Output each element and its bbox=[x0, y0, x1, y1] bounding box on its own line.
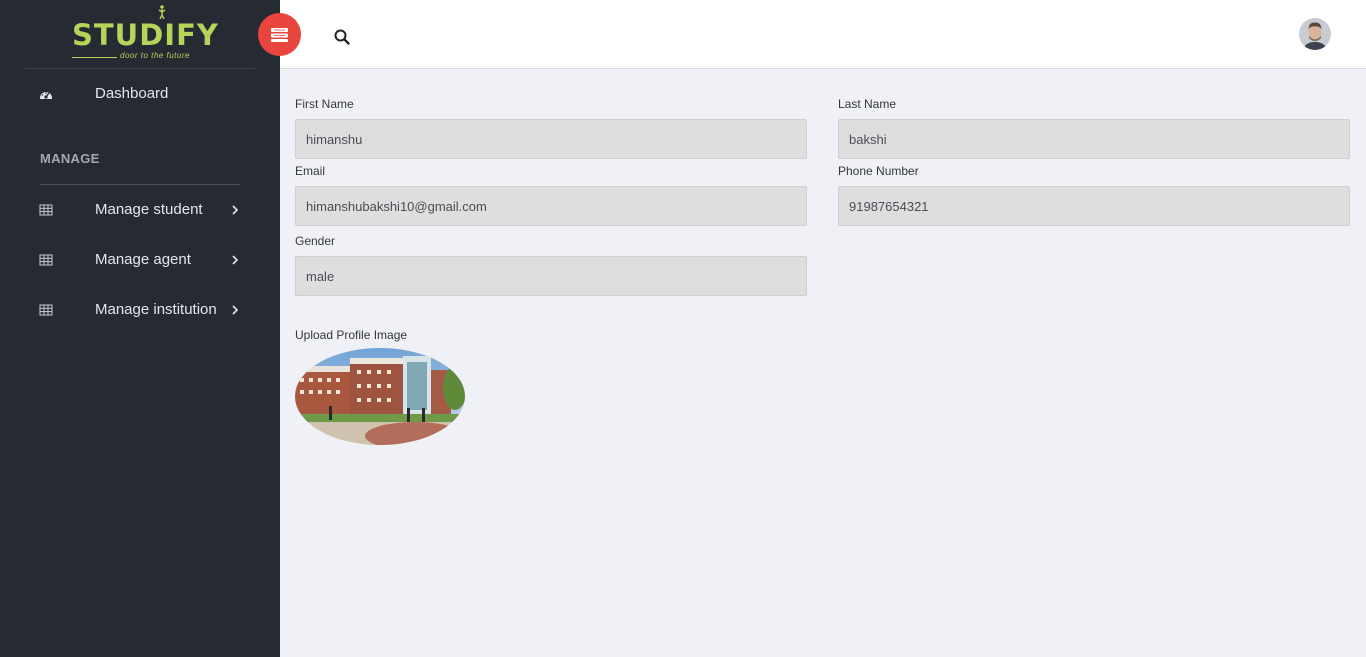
profile-image-upload[interactable] bbox=[295, 348, 465, 445]
chevron-right-icon bbox=[232, 205, 239, 215]
chevron-right-icon bbox=[232, 305, 239, 315]
phone-label: Phone Number bbox=[838, 164, 919, 178]
logo-figure-icon bbox=[158, 5, 166, 19]
brand-tagline: door to the future bbox=[120, 51, 190, 60]
email-label: Email bbox=[295, 164, 326, 178]
brand-name: STUDIFY bbox=[72, 18, 219, 52]
upload-profile-image-label: Upload Profile Image bbox=[295, 328, 408, 342]
sidebar-item-dashboard[interactable]: Dashboard bbox=[25, 74, 255, 114]
sidebar-item-label: Dashboard bbox=[95, 85, 169, 102]
sidebar-item-label: Manage institution bbox=[95, 301, 217, 318]
sidebar: STUDIFY door to the future Dashboard MAN… bbox=[0, 0, 280, 657]
table-icon bbox=[39, 204, 53, 216]
top-header bbox=[280, 0, 1366, 69]
sidebar-toggle-button[interactable] bbox=[258, 13, 301, 56]
search-icon bbox=[334, 29, 350, 45]
last-name-field[interactable] bbox=[838, 119, 1350, 159]
section-title-manage: MANAGE bbox=[40, 151, 100, 166]
sidebar-item-manage-student[interactable]: Manage student bbox=[25, 190, 255, 230]
email-field[interactable] bbox=[295, 186, 807, 226]
gender-field[interactable] bbox=[295, 256, 807, 296]
avatar-icon bbox=[1299, 18, 1331, 50]
last-name-label: Last Name bbox=[838, 97, 897, 111]
brand-logo[interactable]: STUDIFY door to the future bbox=[25, 0, 255, 69]
brand-underline bbox=[72, 57, 117, 58]
user-avatar[interactable] bbox=[1299, 18, 1331, 50]
dashboard-icon bbox=[40, 92, 52, 99]
table-icon bbox=[39, 254, 53, 266]
sidebar-item-label: Manage student bbox=[95, 201, 203, 218]
first-name-field[interactable] bbox=[295, 119, 807, 159]
gender-label: Gender bbox=[295, 234, 336, 248]
sidebar-item-manage-institution[interactable]: Manage institution bbox=[25, 290, 255, 330]
phone-field[interactable] bbox=[838, 186, 1350, 226]
section-divider bbox=[40, 184, 240, 185]
sidebar-item-manage-agent[interactable]: Manage agent bbox=[25, 240, 255, 280]
sidebar-item-label: Manage agent bbox=[95, 251, 191, 268]
profile-image-preview bbox=[295, 348, 465, 445]
first-name-label: First Name bbox=[295, 97, 354, 111]
menu-toggle-icon bbox=[271, 28, 288, 42]
chevron-right-icon bbox=[232, 255, 239, 265]
search-button[interactable] bbox=[333, 28, 351, 46]
table-icon bbox=[39, 304, 53, 316]
